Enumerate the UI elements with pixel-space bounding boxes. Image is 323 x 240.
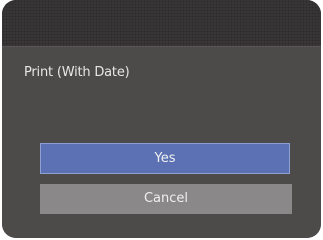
title-bar [2, 0, 321, 47]
cancel-button[interactable]: Cancel [40, 184, 292, 214]
dialog-prompt: Print (With Date) [24, 65, 130, 80]
yes-button[interactable]: Yes [40, 143, 290, 174]
camera-screen: Print (With Date) Yes Cancel [0, 0, 323, 240]
